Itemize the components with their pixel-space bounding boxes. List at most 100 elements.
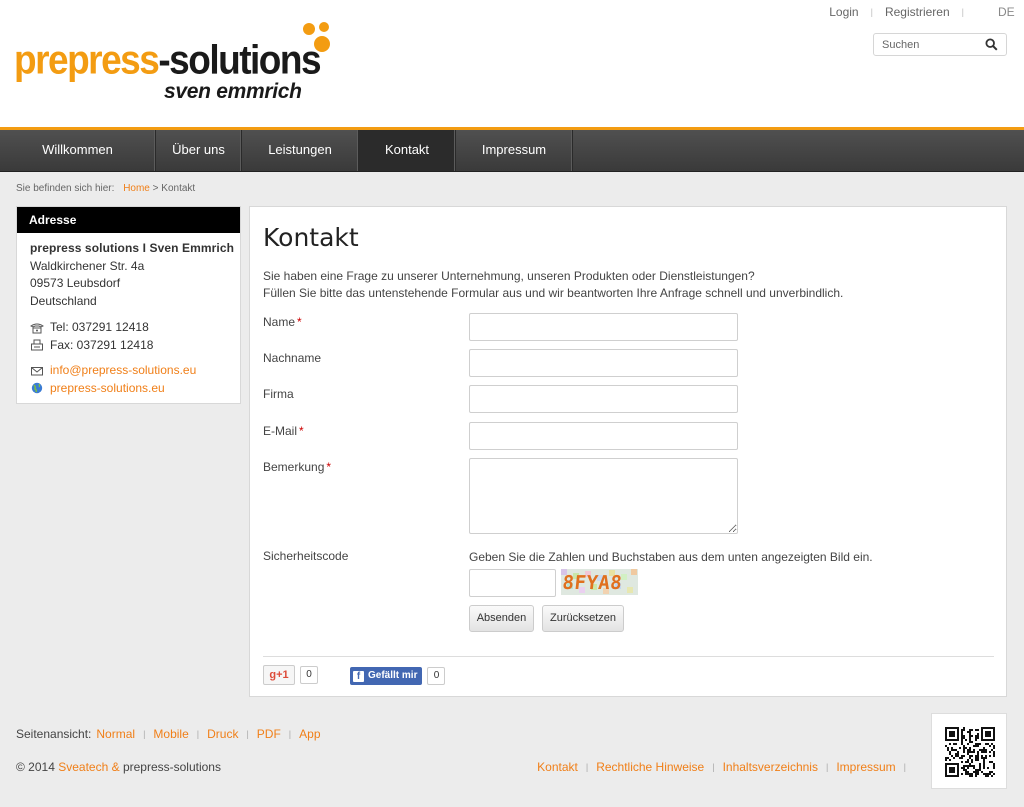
firma-label: Firma bbox=[263, 387, 294, 401]
search-input[interactable] bbox=[882, 37, 982, 53]
copyright-prefix: © 2014 bbox=[16, 760, 55, 774]
address-panel-title: Adresse bbox=[17, 207, 240, 233]
captcha-text: 8FYA8 bbox=[561, 572, 623, 594]
address-country: Deutschland bbox=[30, 293, 97, 308]
logo-dot-large bbox=[314, 36, 330, 52]
intro-line-1: Sie haben eine Frage zu unserer Unterneh… bbox=[263, 269, 755, 283]
phone-number: Tel: 037291 12418 bbox=[50, 320, 149, 334]
qr-code[interactable] bbox=[931, 713, 1007, 789]
breadcrumb-separator: > bbox=[152, 183, 159, 194]
email-field[interactable] bbox=[469, 422, 738, 450]
reset-button[interactable]: Zurücksetzen bbox=[542, 605, 624, 632]
facebook-icon: f bbox=[353, 670, 364, 682]
web-row: prepress-solutions.eu bbox=[30, 380, 240, 398]
register-link[interactable]: Registrieren bbox=[885, 5, 950, 19]
facebook-like-button[interactable]: f Gefällt mir bbox=[350, 667, 423, 685]
separator: | bbox=[961, 7, 964, 17]
globe-icon bbox=[31, 383, 43, 394]
view-pdf-link[interactable]: PDF bbox=[257, 727, 281, 741]
search-icon[interactable] bbox=[985, 38, 998, 51]
footer-link-impressum[interactable]: Impressum bbox=[836, 760, 895, 774]
separator: | bbox=[825, 762, 829, 772]
address-panel: Adresse prepress solutions I Sven Emmric… bbox=[16, 206, 241, 404]
main-nav: Willkommen Über uns Leistungen Kontakt I… bbox=[0, 130, 1024, 172]
search-box bbox=[873, 33, 1007, 56]
phone-icon bbox=[30, 323, 44, 334]
footer-links: Kontakt | Rechtliche Hinweise | Inhaltsv… bbox=[537, 760, 914, 774]
separator: | bbox=[870, 7, 873, 17]
page-title: Kontakt bbox=[263, 223, 359, 252]
submit-button[interactable]: Absenden bbox=[469, 605, 534, 632]
view-switcher: Seitenansicht: Normal | Mobile | Druck |… bbox=[16, 727, 321, 741]
breadcrumb-current: Kontakt bbox=[161, 183, 196, 194]
header: prepress-solutions sven emmrich Login | … bbox=[0, 0, 1024, 128]
qr-code-icon bbox=[945, 727, 995, 777]
logo[interactable]: prepress-solutions sven emmrich bbox=[14, 22, 344, 112]
google-plus-button[interactable]: g+1 bbox=[263, 665, 295, 685]
separator: | bbox=[196, 729, 200, 739]
footer-link-rechtliche-hinweise[interactable]: Rechtliche Hinweise bbox=[596, 760, 704, 774]
intro-line-2: Füllen Sie bitte das untenstehende Formu… bbox=[263, 286, 844, 300]
phone-row: Tel: 037291 12418 bbox=[30, 319, 240, 337]
mail-icon bbox=[31, 366, 43, 376]
login-link[interactable]: Login bbox=[829, 5, 858, 19]
nachname-field[interactable] bbox=[469, 349, 738, 377]
facebook-like-widget: f Gefällt mir 0 bbox=[350, 666, 446, 686]
view-switcher-label: Seitenansicht: bbox=[16, 727, 92, 741]
language-switch[interactable]: DE bbox=[998, 5, 1024, 19]
separator: | bbox=[712, 762, 715, 772]
fax-row: Fax: 037291 12418 bbox=[30, 337, 240, 355]
name-field[interactable] bbox=[469, 313, 738, 341]
view-normal-link[interactable]: Normal bbox=[96, 727, 135, 741]
fax-number: Fax: 037291 12418 bbox=[50, 337, 154, 352]
email-row: info@prepress-solutions.eu bbox=[30, 362, 240, 380]
nav-item-impressum[interactable]: Impressum bbox=[456, 130, 573, 171]
email-link[interactable]: info@prepress-solutions.eu bbox=[50, 362, 196, 380]
address-panel-body: prepress solutions I Sven Emmrich Waldki… bbox=[17, 233, 240, 397]
name-label: Name * bbox=[263, 315, 302, 329]
bemerkung-label: Bemerkung * bbox=[263, 460, 332, 474]
copyright: © 2014 Sveatech & prepress-solutions bbox=[16, 760, 221, 774]
address-city: 09573 Leubsdorf bbox=[30, 276, 121, 290]
view-app-link[interactable]: App bbox=[299, 727, 320, 741]
captcha-input[interactable] bbox=[469, 569, 556, 597]
required-marker: * bbox=[297, 315, 302, 329]
footer-link-kontakt[interactable]: Kontakt bbox=[537, 760, 578, 774]
company-name: prepress solutions I Sven Emmrich bbox=[30, 241, 235, 255]
separator: | bbox=[903, 762, 906, 772]
captcha-hint: Geben Sie die Zahlen und Buchstaben aus … bbox=[469, 550, 873, 564]
nachname-label: Nachname bbox=[263, 351, 322, 365]
nav-item-ueber-uns[interactable]: Über uns bbox=[156, 130, 242, 171]
required-marker: * bbox=[299, 424, 304, 438]
view-mobile-link[interactable]: Mobile bbox=[153, 727, 188, 741]
bemerkung-textarea[interactable] bbox=[469, 458, 738, 534]
top-links: Login | Registrieren | DE bbox=[829, 5, 1024, 19]
breadcrumb-home-link[interactable]: Home bbox=[123, 183, 150, 194]
logo-dot-medium bbox=[303, 23, 315, 35]
google-plus-count: 0 bbox=[300, 666, 318, 684]
footer-link-inhaltsverzeichnis[interactable]: Inhaltsverzeichnis bbox=[723, 760, 818, 774]
separator: | bbox=[143, 729, 146, 739]
firma-field[interactable] bbox=[469, 385, 738, 413]
breadcrumb-label: Sie befinden sich hier: bbox=[16, 183, 115, 194]
breadcrumb: Sie befinden sich hier: Home > Kontakt bbox=[16, 183, 195, 194]
separator: | bbox=[585, 762, 589, 772]
email-label: E-Mail * bbox=[263, 424, 304, 438]
divider bbox=[263, 656, 994, 657]
view-print-link[interactable]: Druck bbox=[207, 727, 238, 741]
nav-item-leistungen[interactable]: Leistungen bbox=[242, 130, 359, 171]
facebook-like-count: 0 bbox=[427, 667, 446, 685]
intro-text: Sie haben eine Frage zu unserer Unterneh… bbox=[263, 268, 843, 302]
contact-content: Kontakt Sie haben eine Frage zu unserer … bbox=[249, 206, 1007, 697]
required-marker: * bbox=[326, 460, 332, 474]
google-plus-widget: g+1 0 bbox=[263, 665, 318, 685]
captcha-image: 8FYA8 bbox=[561, 569, 638, 595]
logo-subtitle: sven emmrich bbox=[164, 80, 302, 103]
nav-item-kontakt[interactable]: Kontakt bbox=[359, 130, 456, 171]
logo-wordmark: prepress-solutions bbox=[14, 37, 322, 83]
separator: | bbox=[246, 729, 249, 739]
sveatech-link[interactable]: Sveatech & bbox=[58, 760, 119, 774]
nav-item-willkommen[interactable]: Willkommen bbox=[0, 130, 156, 171]
fax-icon bbox=[31, 339, 43, 351]
web-link[interactable]: prepress-solutions.eu bbox=[50, 380, 165, 398]
